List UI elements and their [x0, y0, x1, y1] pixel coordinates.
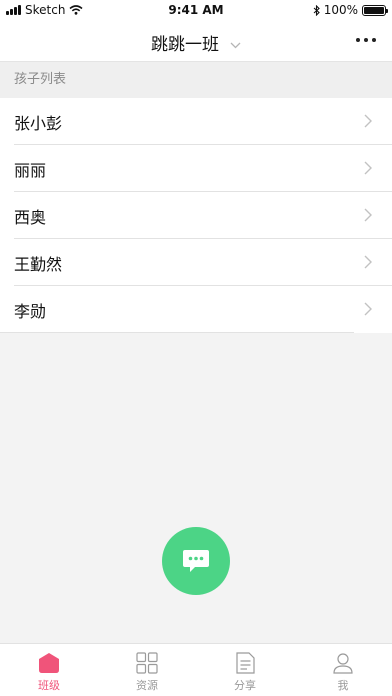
tab-label: 我: [337, 679, 349, 692]
tab-label: 班级: [38, 679, 60, 692]
list-item[interactable]: 张小彭: [0, 98, 392, 145]
tab-label: 分享: [234, 679, 256, 692]
more-dot-icon: [372, 38, 376, 42]
battery-percent: 100%: [323, 3, 358, 17]
home-icon: [39, 653, 59, 673]
list-item[interactable]: 王勤然: [0, 239, 392, 286]
status-bar: Sketch 9:41 AM 100%: [0, 0, 392, 20]
tab-bar: 班级 资源 分享 我: [0, 643, 392, 696]
person-icon: [333, 653, 353, 674]
child-name: 丽丽: [14, 160, 47, 180]
status-right: 100%: [313, 3, 388, 17]
child-name: 张小彭: [14, 113, 63, 133]
more-button[interactable]: [356, 38, 376, 42]
child-name: 西奥: [14, 207, 47, 227]
tab-label: 资源: [136, 679, 158, 692]
divider: [0, 332, 354, 333]
chevron-right-icon: [364, 302, 372, 316]
nav-title: 跳跳一班: [150, 35, 219, 55]
list-item[interactable]: 李勋: [0, 286, 392, 333]
more-dot-icon: [356, 38, 360, 42]
chevron-right-icon: [364, 255, 372, 269]
chevron-down-icon: [230, 42, 241, 49]
section-header: 孩子列表: [0, 62, 392, 98]
tab-resources[interactable]: 资源: [98, 644, 196, 696]
list-item[interactable]: 西奥: [0, 192, 392, 239]
more-dot-icon: [364, 38, 368, 42]
tab-me[interactable]: 我: [294, 644, 392, 696]
tab-class[interactable]: 班级: [0, 644, 98, 696]
chat-bubble-icon: [183, 550, 209, 572]
nav-bar: 跳跳一班: [0, 20, 392, 62]
battery-icon: [362, 4, 388, 16]
class-selector[interactable]: 跳跳一班: [0, 30, 392, 55]
list-item[interactable]: 丽丽: [0, 145, 392, 192]
child-name: 王勤然: [14, 254, 63, 274]
grid-icon: [136, 652, 158, 674]
chevron-right-icon: [364, 208, 372, 222]
child-name: 李勋: [14, 301, 47, 321]
child-list: 张小彭 丽丽 西奥 王勤然 李勋: [0, 98, 392, 333]
chat-button[interactable]: [162, 527, 230, 595]
tab-share[interactable]: 分享: [196, 644, 294, 696]
bluetooth-icon: [313, 4, 320, 16]
document-icon: [236, 652, 255, 674]
phone-screen: Sketch 9:41 AM 100% 跳跳一班 孩子列表 张小彭 丽丽 西奥 …: [0, 0, 392, 696]
chevron-right-icon: [364, 114, 372, 128]
chevron-right-icon: [364, 161, 372, 175]
